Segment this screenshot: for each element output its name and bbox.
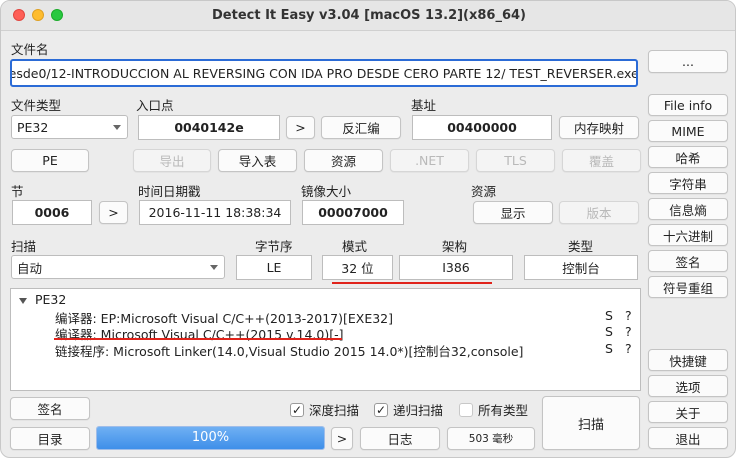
chevron-down-icon <box>210 265 218 270</box>
base-address-field[interactable]: 00400000 <box>412 115 552 140</box>
scan-button[interactable]: 扫描 <box>542 396 640 450</box>
tree-item-info-button[interactable]: ? <box>625 341 632 356</box>
pe-button[interactable]: PE <box>11 149 89 172</box>
recursive-scan-checkbox[interactable]: ✓ 递归扫描 <box>374 400 443 419</box>
tree-item-flag: S <box>605 324 613 339</box>
tree-root-label: PE32 <box>35 292 67 307</box>
file-info-button[interactable]: File info <box>648 94 728 116</box>
entry-point-label: 入口点 <box>136 98 174 113</box>
image-size-field[interactable]: 00007000 <box>302 200 404 225</box>
dotnet-button[interactable]: .NET <box>390 149 469 172</box>
type-field[interactable]: 控制台 <box>524 255 638 280</box>
deep-scan-checkbox[interactable]: ✓ 深度扫描 <box>290 400 359 419</box>
scan-mode-select[interactable]: 自动 <box>11 255 225 279</box>
image-size-label: 镜像大小 <box>301 184 352 199</box>
tree-root[interactable]: PE32 <box>19 292 66 307</box>
datetime-field[interactable]: 2016-11-11 18:38:34 <box>139 200 291 225</box>
scan-label: 扫描 <box>11 239 37 254</box>
scan-progress-bar: 100% <box>96 426 325 450</box>
resources-button[interactable]: 资源 <box>304 149 383 172</box>
results-tree[interactable]: PE32 编译器: EP:Microsoft Visual C/C++(2013… <box>10 288 641 391</box>
resources-version-button[interactable]: 版本 <box>559 201 639 224</box>
file-type-select[interactable]: PE32 <box>11 115 128 139</box>
sections-label: 节 <box>11 184 24 199</box>
hash-button[interactable]: 哈希 <box>648 146 728 168</box>
annotation-underline <box>332 282 492 284</box>
signatures-right-button[interactable]: 签名 <box>648 250 728 272</box>
checkbox-checked-icon[interactable]: ✓ <box>374 402 388 417</box>
tree-item[interactable]: 链接程序: Microsoft Linker(14.0,Visual Studi… <box>55 341 523 360</box>
all-types-checkbox[interactable]: 所有类型 <box>459 400 528 419</box>
import-button[interactable]: 导入表 <box>218 149 297 172</box>
progress-text: 100% <box>191 430 230 445</box>
log-button[interactable]: 日志 <box>360 427 440 450</box>
tree-item-flag: S <box>605 308 613 323</box>
strings-button[interactable]: 字符串 <box>648 172 728 194</box>
exit-button[interactable]: 退出 <box>648 427 728 449</box>
file-path-text: Desde0/12-INTRODUCCION AL REVERSING CON … <box>10 65 638 81</box>
sections-more-button[interactable]: > <box>99 201 128 224</box>
file-name-label: 文件名 <box>11 42 49 57</box>
about-button[interactable]: 关于 <box>648 401 728 423</box>
endianness-label: 字节序 <box>255 239 293 254</box>
tls-button[interactable]: TLS <box>476 149 555 172</box>
progress-more-button[interactable]: > <box>331 427 353 450</box>
shortcuts-button[interactable]: 快捷键 <box>648 349 728 371</box>
file-path-input[interactable]: Desde0/12-INTRODUCCION AL REVERSING CON … <box>10 59 638 87</box>
signatures-button[interactable]: 签名 <box>10 397 90 420</box>
file-type-label: 文件类型 <box>11 98 62 113</box>
datetime-label: 时间日期戳 <box>138 184 201 199</box>
mime-button[interactable]: MIME <box>648 120 728 142</box>
memory-map-button[interactable]: 内存映射 <box>559 116 639 139</box>
checkbox-unchecked-icon[interactable] <box>459 402 473 417</box>
recursive-scan-label: 递归扫描 <box>393 403 444 418</box>
options-button[interactable]: 选项 <box>648 375 728 397</box>
demangle-button[interactable]: 符号重组 <box>648 276 728 298</box>
chevron-down-icon <box>113 125 121 130</box>
checkbox-checked-icon[interactable]: ✓ <box>290 402 304 417</box>
base-address-label: 基址 <box>411 98 437 113</box>
tree-item-info-button[interactable]: ? <box>625 324 632 339</box>
browse-button[interactable]: ... <box>648 50 728 73</box>
tree-item-info-button[interactable]: ? <box>625 308 632 323</box>
entropy-button[interactable]: 信息熵 <box>648 198 728 220</box>
tree-item-flag: S <box>605 341 613 356</box>
expand-triangle-icon[interactable] <box>19 297 27 304</box>
annotation-underline <box>54 338 342 340</box>
mode-label: 模式 <box>342 239 368 254</box>
title-bar: Detect It Easy v3.04 [macOS 13.2](x86_64… <box>1 1 735 31</box>
sections-field[interactable]: 0006 <box>12 200 92 225</box>
export-button[interactable]: 导出 <box>133 149 211 172</box>
scan-mode-value: 自动 <box>17 260 43 276</box>
resources-show-button[interactable]: 显示 <box>473 201 553 224</box>
entry-point-field[interactable]: 0040142e <box>138 115 280 140</box>
app-window: Detect It Easy v3.04 [macOS 13.2](x86_64… <box>0 0 736 458</box>
endianness-field[interactable]: LE <box>236 255 312 280</box>
overlay-button[interactable]: 覆盖 <box>562 149 641 172</box>
all-types-label: 所有类型 <box>478 403 529 418</box>
entry-point-more-button[interactable]: > <box>286 116 315 139</box>
type-label: 类型 <box>568 239 594 254</box>
deep-scan-label: 深度扫描 <box>309 403 360 418</box>
disassemble-button[interactable]: 反汇编 <box>321 116 401 139</box>
resources-label: 资源 <box>471 184 497 199</box>
scan-time-field: 503 毫秒 <box>447 427 535 450</box>
directory-button[interactable]: 目录 <box>10 427 90 450</box>
architecture-label: 架构 <box>442 239 468 254</box>
bitness-field[interactable]: 32 位 <box>322 255 393 280</box>
window-title: Detect It Easy v3.04 [macOS 13.2](x86_64… <box>212 8 526 23</box>
architecture-field[interactable]: I386 <box>399 255 513 280</box>
hex-button[interactable]: 十六进制 <box>648 224 728 246</box>
file-type-value: PE32 <box>17 119 49 135</box>
